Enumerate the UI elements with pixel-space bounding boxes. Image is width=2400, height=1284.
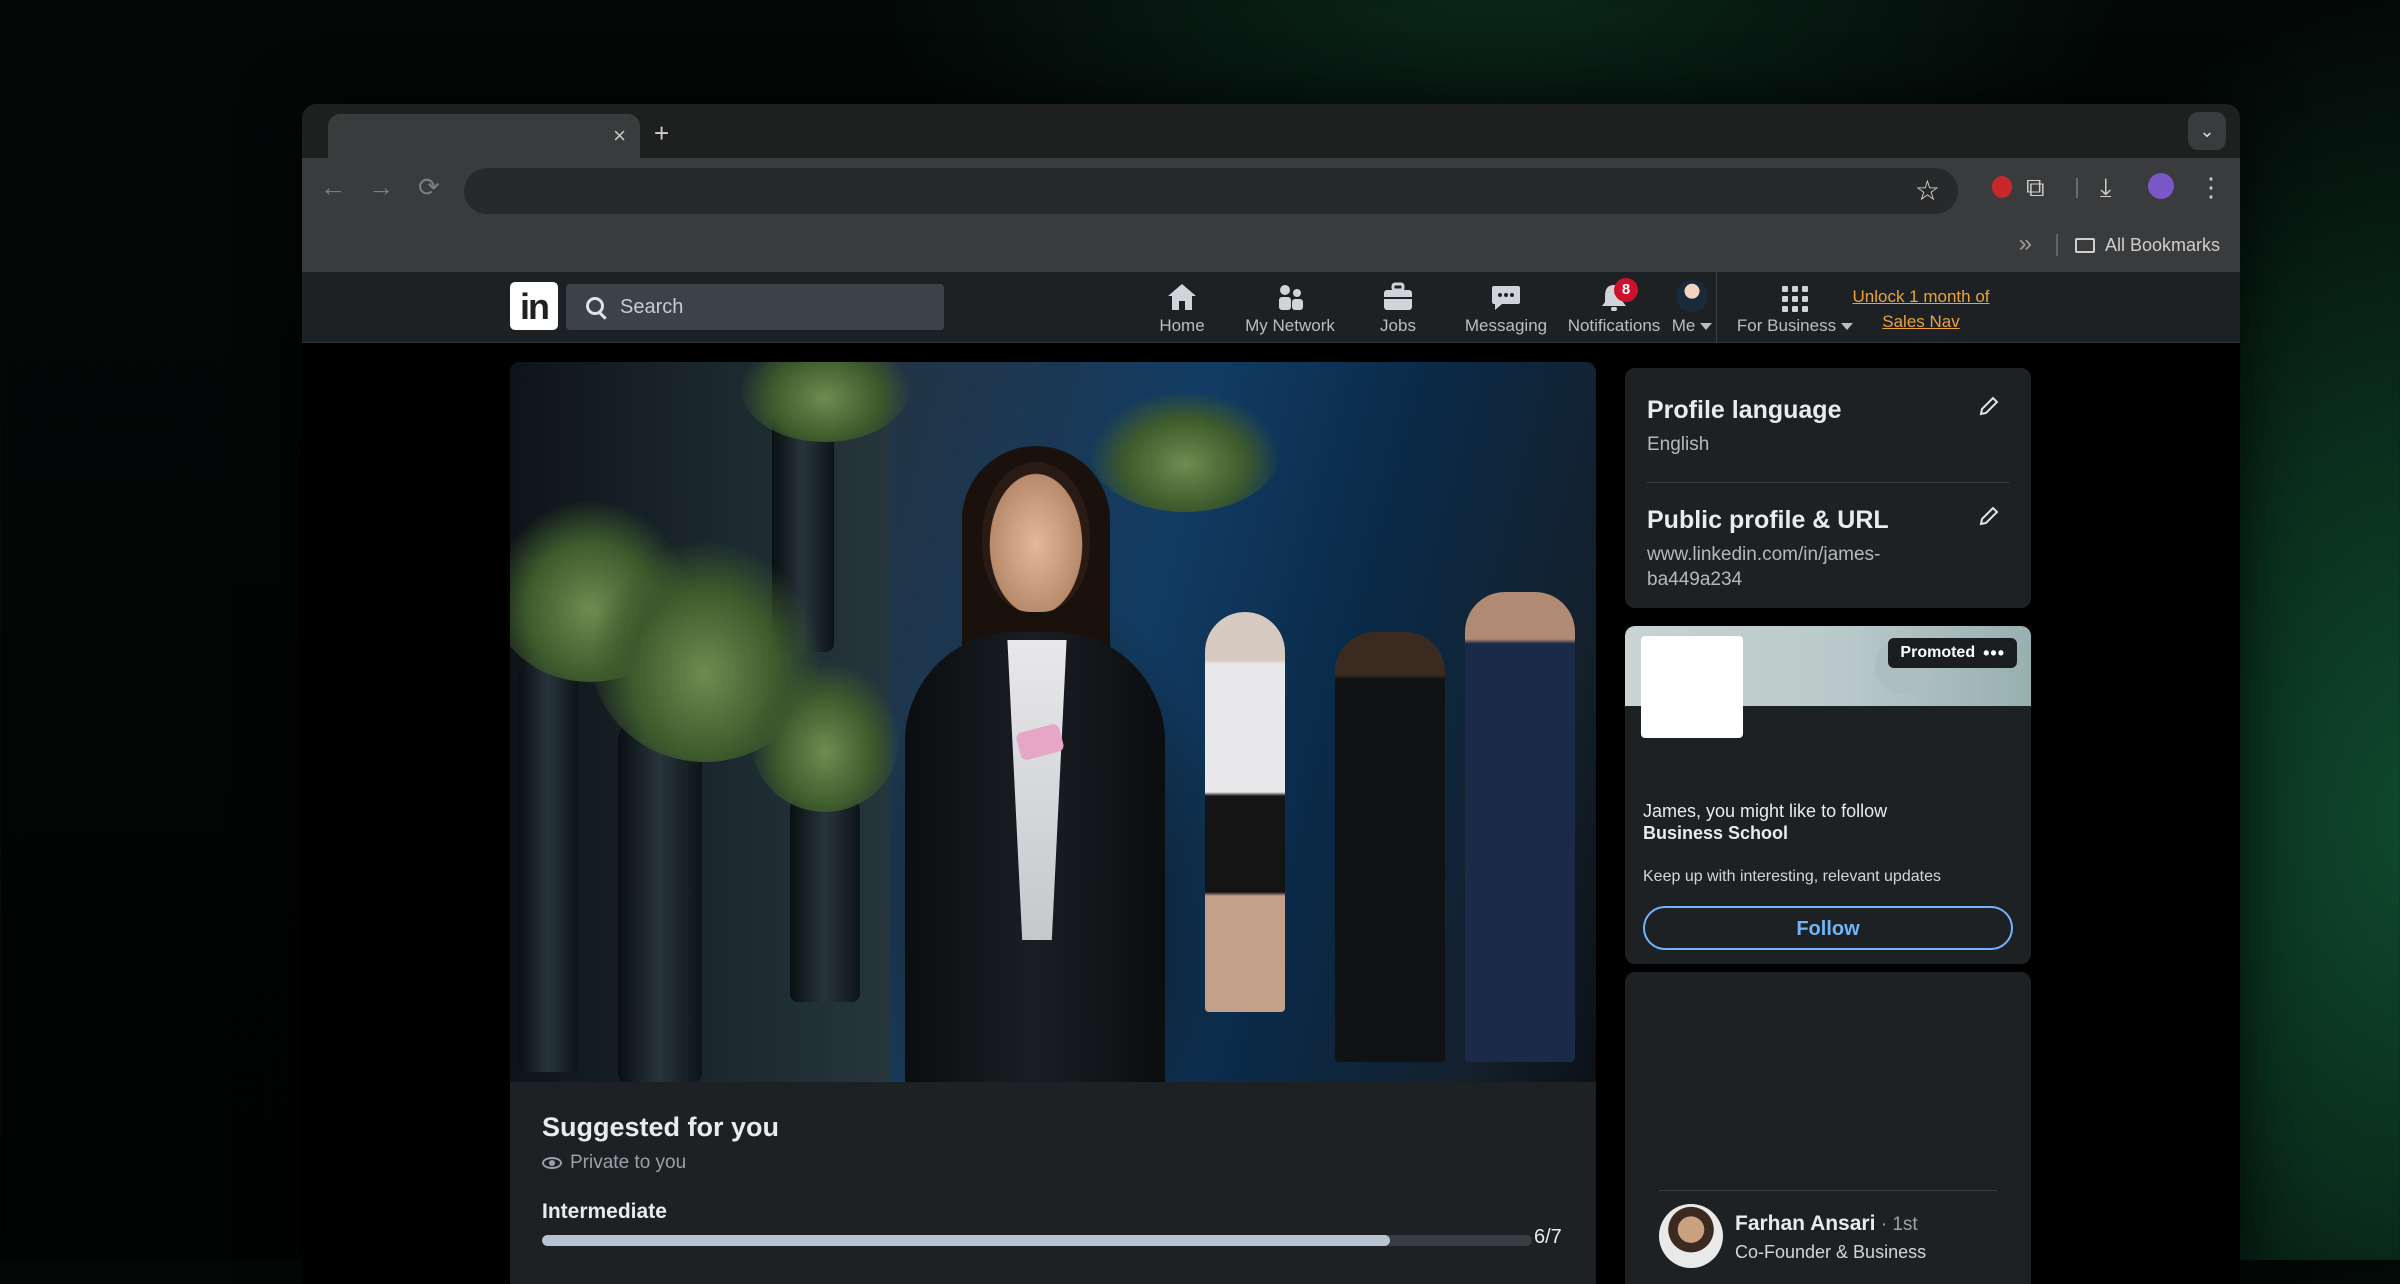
profile-progress-bar bbox=[542, 1235, 1532, 1246]
promoted-badge[interactable]: Promoted ••• bbox=[1888, 638, 2017, 668]
chevron-down-icon bbox=[1700, 323, 1713, 331]
people-card: Farhan Ansari · 1st Co-Founder & Busines… bbox=[1625, 972, 2031, 1284]
bookmarks-bar: » All Bookmarks bbox=[302, 218, 2240, 272]
promo-message: James, you might like to follow Business… bbox=[1643, 800, 2003, 844]
my-network-icon bbox=[1279, 285, 1303, 310]
search-icon bbox=[586, 297, 604, 315]
privacy-note: Private to you bbox=[542, 1152, 686, 1174]
level-label: Intermediate bbox=[542, 1200, 667, 1223]
eye-icon bbox=[542, 1157, 562, 1169]
forward-icon[interactable]: → bbox=[368, 172, 394, 202]
promoted-card: Promoted ••• James, you might like to fo… bbox=[1625, 626, 2031, 964]
hero-image bbox=[510, 362, 1596, 1082]
profile-language-value: English bbox=[1647, 434, 1710, 455]
promo-company: Business School bbox=[1643, 823, 1789, 843]
nav-for-business[interactable]: For Business bbox=[1730, 278, 1860, 336]
linkedin-logo-icon[interactable]: in bbox=[510, 282, 558, 330]
reload-icon[interactable]: ⟳ bbox=[418, 172, 440, 202]
public-profile-title: Public profile & URL bbox=[1647, 506, 1889, 534]
all-bookmarks-button[interactable]: All Bookmarks bbox=[2074, 232, 2220, 258]
browser-window: × + ⌄ ← → ⟳ ☆ ⧉ ⤓ ⋮ » All Bookmarks in S… bbox=[302, 104, 2240, 1284]
messaging-icon bbox=[1492, 286, 1520, 310]
back-icon[interactable]: ← bbox=[320, 172, 346, 202]
nav-for-business-label: For Business bbox=[1736, 316, 1837, 335]
profile-avatar-icon[interactable] bbox=[2148, 173, 2174, 199]
nav-me-label: Me bbox=[1671, 316, 1696, 335]
nav-messaging[interactable]: Messaging bbox=[1446, 278, 1566, 336]
profile-language-title: Profile language bbox=[1647, 396, 1842, 424]
avatar[interactable] bbox=[1659, 1204, 1723, 1268]
nav-home[interactable]: Home bbox=[1122, 278, 1242, 336]
nav-jobs[interactable]: Jobs bbox=[1338, 278, 1458, 336]
me-avatar bbox=[1676, 280, 1708, 312]
nav-me[interactable]: Me bbox=[1662, 278, 1722, 336]
connection-degree: · 1st bbox=[1875, 1214, 1918, 1235]
tab-search-icon[interactable]: ⌄ bbox=[2188, 112, 2226, 150]
folder-icon bbox=[2074, 237, 2095, 253]
promoted-label: Promoted bbox=[1900, 644, 1976, 661]
nav-home-label: Home bbox=[1159, 316, 1205, 335]
plant bbox=[750, 662, 900, 812]
person-name: Farhan Ansari bbox=[1735, 1212, 1876, 1235]
nav-jobs-label: Jobs bbox=[1380, 316, 1416, 335]
progress-fill bbox=[542, 1235, 1391, 1246]
briefcase-icon bbox=[1384, 282, 1412, 310]
planter bbox=[790, 782, 860, 1002]
planter bbox=[618, 712, 702, 1082]
all-bookmarks-label: All Bookmarks bbox=[2104, 235, 2220, 255]
promo-keep-up: Keep up with interesting, relevant updat… bbox=[1643, 868, 1941, 885]
promo-message-text: James, you might like to follow bbox=[1643, 801, 1888, 821]
card-divider bbox=[1659, 1190, 1997, 1191]
public-profile-url[interactable]: www.linkedin.com/in/james- ba449a234 bbox=[1647, 542, 1897, 592]
search-placeholder: Search bbox=[620, 296, 684, 318]
suggested-card: Suggested for you Private to you Interme… bbox=[510, 1082, 1596, 1284]
profile-settings-card: Profile language English Public profile … bbox=[1625, 368, 2031, 608]
bookmarks-overflow-icon[interactable]: » bbox=[2019, 230, 2032, 258]
download-icon[interactable]: ⤓ bbox=[2100, 172, 2112, 202]
kebab-menu-icon[interactable]: ⋮ bbox=[2198, 172, 2224, 202]
notification-badge: 8 bbox=[1614, 278, 1638, 302]
edit-pencil-icon[interactable] bbox=[1977, 504, 2001, 528]
nav-messaging-label: Messaging bbox=[1464, 316, 1548, 335]
plant bbox=[1090, 392, 1280, 512]
nav-notifications[interactable]: 8 Notifications bbox=[1554, 278, 1674, 336]
bookmark-star-icon[interactable]: ☆ bbox=[1915, 174, 1940, 208]
edit-pencil-icon[interactable] bbox=[1977, 394, 2001, 418]
planter bbox=[518, 652, 578, 1072]
browser-toolbar: ← → ⟳ ☆ ⧉ ⤓ ⋮ bbox=[302, 158, 2240, 218]
background-person bbox=[1335, 632, 1445, 1062]
bookmarks-separator bbox=[2056, 234, 2058, 256]
search-input[interactable]: Search bbox=[566, 284, 944, 330]
nav-my-network[interactable]: My Network bbox=[1230, 278, 1350, 336]
sales-nav-link[interactable]: Unlock 1 month of Sales Nav bbox=[1844, 284, 1998, 334]
nav-my-network-label: My Network bbox=[1245, 316, 1335, 335]
apps-grid-icon bbox=[1782, 286, 1808, 312]
privacy-label: Private to you bbox=[570, 1152, 687, 1173]
home-icon bbox=[1168, 284, 1196, 310]
extension-red-icon[interactable] bbox=[1992, 176, 2012, 198]
nav-divider bbox=[1716, 272, 1717, 342]
progress-count: 6/7 bbox=[1534, 1226, 1562, 1248]
new-tab-icon[interactable]: + bbox=[654, 118, 669, 148]
card-divider bbox=[1647, 482, 2009, 483]
suggested-title: Suggested for you bbox=[542, 1112, 780, 1142]
person-name-row[interactable]: Farhan Ansari · 1st bbox=[1735, 1212, 1918, 1236]
browser-tab[interactable]: × bbox=[328, 114, 640, 160]
background-person bbox=[1205, 612, 1285, 1012]
follow-button[interactable]: Follow bbox=[1643, 906, 2013, 950]
more-options-icon[interactable]: ••• bbox=[1983, 638, 2005, 668]
puzzle-extensions-icon[interactable]: ⧉ bbox=[2026, 172, 2045, 202]
linkedin-nav: in Search Home My Network Jobs Messaging… bbox=[302, 272, 2240, 343]
nav-notifications-label: Notifications bbox=[1567, 316, 1661, 335]
company-logo[interactable] bbox=[1641, 636, 1743, 738]
address-bar[interactable]: ☆ bbox=[464, 168, 1958, 214]
tab-close-icon[interactable]: × bbox=[613, 122, 626, 150]
background-person bbox=[1465, 592, 1575, 1062]
tab-strip: × + ⌄ bbox=[302, 104, 2240, 160]
toolbar-separator bbox=[2076, 178, 2078, 198]
woman-head bbox=[982, 462, 1090, 612]
